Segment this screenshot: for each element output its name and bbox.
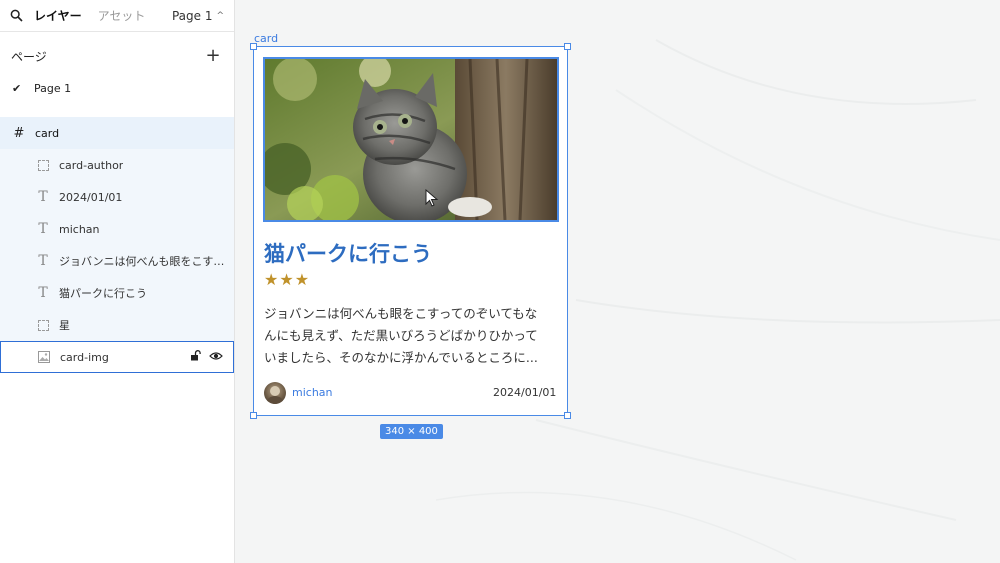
- layer-label: michan: [59, 222, 100, 236]
- card-body-text[interactable]: ジョバンニは何べんも眼をこすってのぞいてもな んにも見えず、ただ黒いびろうどばか…: [264, 303, 556, 369]
- page-selector[interactable]: Page 1 ^: [172, 9, 224, 23]
- layer-body-text[interactable]: T ジョバンニは何べんも眼をこす…: [0, 245, 234, 277]
- frame-label[interactable]: card: [254, 32, 278, 45]
- search-icon[interactable]: [10, 8, 26, 24]
- layer-card-img[interactable]: card-img: [0, 341, 234, 373]
- layer-stars[interactable]: 星: [0, 309, 234, 341]
- layer-label: card-author: [59, 158, 124, 172]
- layers-panel: レイヤー アセット Page 1 ^ ページ + ✔ Page 1 # card…: [0, 0, 235, 563]
- page-item-label: Page 1: [34, 81, 72, 95]
- size-badge: 340 × 400: [380, 424, 443, 439]
- panel-topbar: レイヤー アセット Page 1 ^: [0, 0, 234, 32]
- tab-assets[interactable]: アセット: [98, 7, 146, 24]
- layer-label: 2024/01/01: [59, 190, 123, 204]
- page-selector-label: Page 1: [171, 8, 213, 23]
- author-name[interactable]: michan: [292, 386, 333, 399]
- layer-label: card-img: [60, 350, 109, 364]
- frame-dashed-icon: [36, 158, 50, 172]
- layer-card[interactable]: # card: [0, 117, 234, 149]
- layer-title[interactable]: T 猫パークに行こう: [0, 277, 234, 309]
- check-icon: ✔: [12, 81, 22, 95]
- layer-card-author[interactable]: card-author: [0, 149, 234, 181]
- tab-layers[interactable]: レイヤー: [34, 7, 82, 24]
- resize-handle-top-right[interactable]: [564, 43, 571, 50]
- layer-label: ジョバンニは何べんも眼をこす…: [59, 255, 225, 268]
- layer-michan[interactable]: T michan: [0, 213, 234, 245]
- body-line: んにも見えず、ただ黒いびろうどばかりひかって: [264, 328, 538, 343]
- body-line: ジョバンニは何べんも眼をこすってのぞいてもな: [264, 306, 538, 321]
- resize-handle-top-left[interactable]: [250, 43, 257, 50]
- pages-title: ページ: [11, 49, 47, 64]
- layer-label: 星: [59, 319, 70, 332]
- kitten-photo: [265, 59, 557, 220]
- resize-handle-bottom-left[interactable]: [250, 412, 257, 419]
- eye-icon[interactable]: [209, 351, 223, 364]
- star-rating[interactable]: ★★★: [264, 270, 310, 289]
- layer-tools: [190, 350, 223, 364]
- layer-date[interactable]: T 2024/01/01: [0, 181, 234, 213]
- frame-dashed-icon: [36, 318, 50, 332]
- pages-section-header: ページ +: [0, 36, 234, 76]
- frame-hash-icon: #: [13, 125, 25, 141]
- card-image[interactable]: [263, 57, 559, 222]
- text-icon: T: [38, 253, 48, 269]
- post-date[interactable]: 2024/01/01: [493, 386, 556, 399]
- card-title[interactable]: 猫パークに行こう: [264, 238, 432, 268]
- avatar[interactable]: [264, 382, 286, 404]
- layer-tree: # card card-author T 2024/01/01 T michan…: [0, 117, 234, 373]
- text-icon: T: [38, 221, 48, 237]
- unlock-icon[interactable]: [190, 350, 201, 364]
- text-icon: T: [38, 189, 48, 205]
- layer-label: 猫パークに行こう: [59, 287, 147, 300]
- add-page-button[interactable]: +: [204, 47, 222, 65]
- mouse-cursor-icon: [425, 188, 439, 211]
- chevron-up-icon: ^: [216, 10, 224, 21]
- page-item[interactable]: ✔ Page 1: [0, 76, 234, 100]
- image-icon: [37, 350, 51, 364]
- body-line: いましたら、そのなかに浮かんでいるところに...: [264, 350, 538, 365]
- text-icon: T: [38, 285, 48, 301]
- resize-handle-bottom-right[interactable]: [564, 412, 571, 419]
- layer-label: card: [35, 126, 60, 140]
